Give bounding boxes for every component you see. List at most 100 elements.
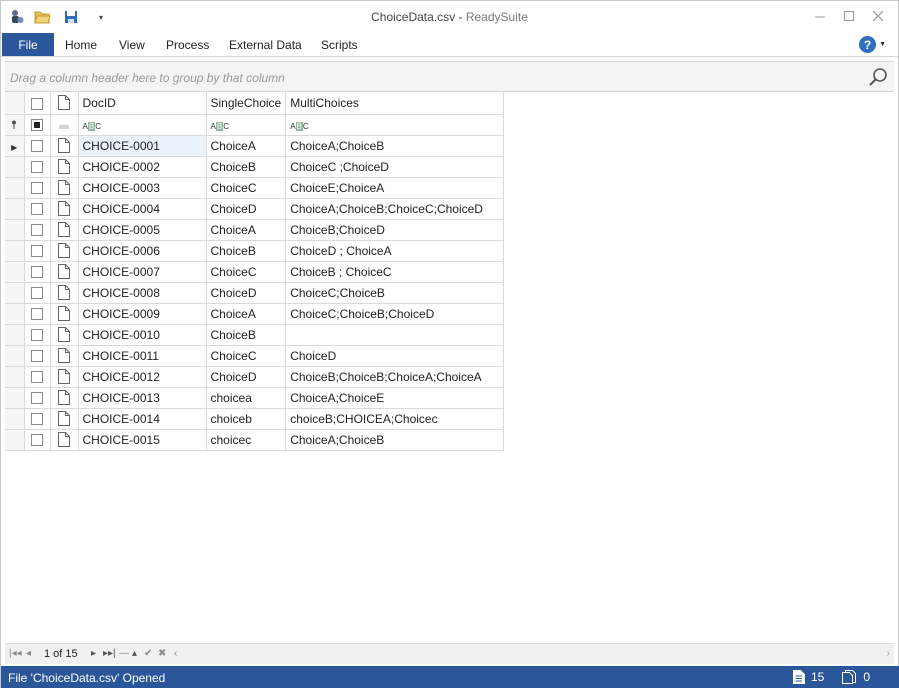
cell-singlechoice[interactable]: ChoiceD <box>206 366 287 388</box>
move-up-icon[interactable]: ▴ <box>132 648 137 659</box>
row-document-cell[interactable] <box>50 240 79 262</box>
filter-multichoices-cell[interactable]: ABC <box>285 114 505 136</box>
cell-singlechoice[interactable]: ChoiceA <box>206 303 287 325</box>
table-row[interactable]: CHOICE-0009 ChoiceA ChoiceC;ChoiceB;Choice… <box>5 303 505 325</box>
tab-home[interactable]: Home <box>65 38 97 52</box>
row-checkbox[interactable] <box>31 371 43 384</box>
row-document-cell[interactable] <box>50 303 79 325</box>
cell-singlechoice[interactable]: choiceb <box>206 408 287 430</box>
row-document-cell[interactable] <box>50 282 79 304</box>
cell-docid[interactable]: CHOICE-0013 <box>78 387 207 409</box>
row-indicator-cell[interactable] <box>5 156 25 178</box>
row-indicator-cell[interactable] <box>5 303 25 325</box>
table-row[interactable]: CHOICE-0007 ChoiceC ChoiceB ; ChoiceC <box>5 261 505 283</box>
group-by-panel[interactable]: Drag a column header here to group by th… <box>5 61 894 92</box>
cell-multichoices[interactable]: choiceB;CHOICEA;Choicec <box>285 408 505 430</box>
cell-singlechoice[interactable]: ChoiceD <box>206 198 287 220</box>
cell-docid[interactable]: CHOICE-0004 <box>78 198 207 220</box>
cell-docid[interactable]: CHOICE-0008 <box>78 282 207 304</box>
table-row[interactable]: CHOICE-0002 ChoiceB ChoiceC ;ChoiceD <box>5 156 505 178</box>
maximize-icon[interactable] <box>834 5 864 27</box>
cell-multichoices[interactable]: ChoiceB;ChoiceB;ChoiceA;ChoiceA <box>285 366 505 388</box>
cell-multichoices[interactable]: ChoiceD ; ChoiceA <box>285 240 505 262</box>
cell-multichoices[interactable]: ChoiceA;ChoiceB <box>285 135 505 157</box>
cell-multichoices[interactable]: ChoiceB;ChoiceD <box>285 219 505 241</box>
row-checkbox[interactable] <box>31 308 43 321</box>
row-document-cell[interactable] <box>50 219 79 241</box>
cell-multichoices[interactable]: ChoiceC ;ChoiceD <box>285 156 505 178</box>
row-checkbox[interactable] <box>31 329 43 342</box>
cell-docid[interactable]: CHOICE-0015 <box>78 429 207 451</box>
row-checkbox[interactable] <box>31 245 43 258</box>
row-checkbox[interactable] <box>31 392 43 405</box>
cell-docid[interactable]: CHOICE-0014 <box>78 408 207 430</box>
cell-multichoices[interactable]: ChoiceB ; ChoiceC <box>285 261 505 283</box>
row-checkbox[interactable] <box>31 287 43 300</box>
row-indicator-cell[interactable] <box>5 261 25 283</box>
row-checkbox[interactable] <box>31 182 43 195</box>
row-checkbox[interactable] <box>31 161 43 174</box>
previous-record-icon[interactable]: ◂ <box>26 648 31 659</box>
row-checkbox[interactable] <box>31 203 43 216</box>
row-document-cell[interactable] <box>50 135 79 157</box>
cell-docid[interactable]: CHOICE-0009 <box>78 303 207 325</box>
row-indicator-cell[interactable]: ▶ <box>5 135 25 157</box>
cell-docid[interactable]: CHOICE-0002 <box>78 156 207 178</box>
table-row[interactable]: CHOICE-0014 choiceb choiceB;CHOICEA;Choice… <box>5 408 505 430</box>
row-document-cell[interactable] <box>50 387 79 409</box>
row-document-cell[interactable] <box>50 408 79 430</box>
scroll-right-icon[interactable]: › <box>887 648 890 659</box>
cell-multichoices[interactable] <box>285 324 505 346</box>
cell-multichoices[interactable]: ChoiceA;ChoiceE <box>285 387 505 409</box>
delete-record-icon[interactable]: — <box>119 648 129 659</box>
row-checkbox[interactable] <box>31 224 43 237</box>
row-indicator-cell[interactable] <box>5 408 25 430</box>
select-all-checkbox[interactable] <box>31 97 43 110</box>
cell-singlechoice[interactable]: choicec <box>206 429 287 451</box>
cell-multichoices[interactable]: ChoiceD <box>285 345 505 367</box>
cell-docid[interactable]: CHOICE-0001 <box>78 135 207 157</box>
row-indicator-cell[interactable] <box>5 282 25 304</box>
row-document-cell[interactable] <box>50 345 79 367</box>
cell-docid[interactable]: CHOICE-0003 <box>78 177 207 199</box>
last-record-icon[interactable]: ▸▸| <box>103 648 116 659</box>
row-checkbox[interactable] <box>31 434 43 447</box>
row-document-cell[interactable] <box>50 429 79 451</box>
table-row[interactable]: CHOICE-0004 ChoiceD ChoiceA;ChoiceB;Choice… <box>5 198 505 220</box>
row-document-cell[interactable] <box>50 366 79 388</box>
table-row[interactable]: CHOICE-0006 ChoiceB ChoiceD ; ChoiceA <box>5 240 505 262</box>
filter-document-cell[interactable] <box>50 114 79 136</box>
row-indicator-cell[interactable] <box>5 219 25 241</box>
tab-process[interactable]: Process <box>166 38 209 52</box>
cell-docid[interactable]: CHOICE-0007 <box>78 261 207 283</box>
cell-singlechoice[interactable]: ChoiceC <box>206 345 287 367</box>
row-checkbox[interactable] <box>31 266 43 279</box>
scroll-left-icon[interactable]: ‹ <box>174 648 177 659</box>
row-checkbox[interactable] <box>31 413 43 426</box>
cell-singlechoice[interactable]: ChoiceB <box>206 240 287 262</box>
cell-multichoices[interactable]: ChoiceA;ChoiceB <box>285 429 505 451</box>
row-indicator-cell[interactable] <box>5 177 25 199</box>
filter-singlechoice-cell[interactable]: ABC <box>206 114 287 136</box>
row-checkbox[interactable] <box>31 140 43 153</box>
cell-multichoices[interactable]: ChoiceC;ChoiceB <box>285 282 505 304</box>
column-header-docid[interactable]: DocID <box>78 92 207 115</box>
tab-scripts[interactable]: Scripts <box>321 38 358 52</box>
cell-multichoices[interactable]: ChoiceA;ChoiceB;ChoiceC;ChoiceD <box>285 198 505 220</box>
row-indicator-cell[interactable] <box>5 366 25 388</box>
row-document-cell[interactable] <box>50 156 79 178</box>
cell-singlechoice[interactable]: ChoiceB <box>206 156 287 178</box>
cell-docid[interactable]: CHOICE-0012 <box>78 366 207 388</box>
cell-singlechoice[interactable]: ChoiceB <box>206 324 287 346</box>
tab-file[interactable]: File <box>2 33 54 56</box>
next-record-icon[interactable]: ▸ <box>91 648 96 659</box>
cell-singlechoice[interactable]: ChoiceD <box>206 282 287 304</box>
row-document-cell[interactable] <box>50 261 79 283</box>
table-row[interactable]: CHOICE-0012 ChoiceD ChoiceB;ChoiceB;Choice… <box>5 366 505 388</box>
cell-multichoices[interactable]: ChoiceE;ChoiceA <box>285 177 505 199</box>
cell-singlechoice[interactable]: ChoiceA <box>206 135 287 157</box>
table-row[interactable]: CHOICE-0015 choicec ChoiceA;ChoiceB <box>5 429 505 451</box>
cell-docid[interactable]: CHOICE-0010 <box>78 324 207 346</box>
table-row[interactable]: CHOICE-0011 ChoiceC ChoiceD <box>5 345 505 367</box>
row-indicator-cell[interactable] <box>5 324 25 346</box>
